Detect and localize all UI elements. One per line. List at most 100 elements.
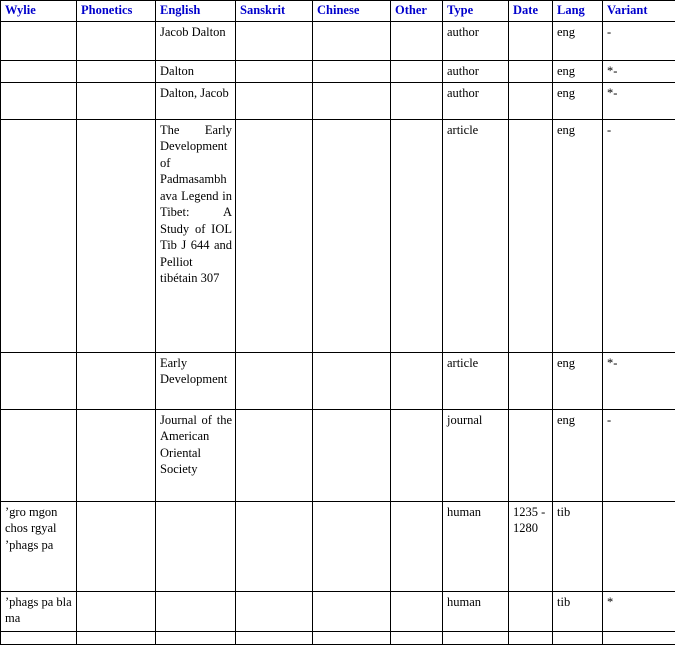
terminology-table: Wylie Phonetics English Sanskrit Chinese… <box>0 0 675 645</box>
cell-wylie <box>1 22 77 61</box>
cell-lang: eng <box>553 82 603 119</box>
cell-sanskrit <box>236 409 313 501</box>
cell-variant: * <box>603 591 675 631</box>
table-row: Dalton, Jacob author eng *- <box>1 82 675 119</box>
cell-english <box>156 591 236 631</box>
cell-variant: *- <box>603 352 675 409</box>
cell-sanskrit <box>236 61 313 83</box>
cell-chinese <box>313 82 391 119</box>
column-header-variant[interactable]: Variant <box>603 1 675 22</box>
cell-phonetics <box>77 409 156 501</box>
cell-chinese <box>313 631 391 644</box>
cell-variant <box>603 501 675 591</box>
cell-chinese <box>313 22 391 61</box>
table-row: ʼphags pa bla ma human tib * <box>1 591 675 631</box>
table-row: Journal of the American Oriental Society… <box>1 409 675 501</box>
cell-date <box>509 22 553 61</box>
table-row: Jacob Dalton author eng - <box>1 22 675 61</box>
cell-phonetics <box>77 119 156 352</box>
cell-other <box>391 631 443 644</box>
cell-english <box>156 501 236 591</box>
cell-other <box>391 61 443 83</box>
cell-lang: eng <box>553 61 603 83</box>
cell-other <box>391 119 443 352</box>
cell-phonetics <box>77 61 156 83</box>
cell-sanskrit <box>236 352 313 409</box>
cell-phonetics <box>77 591 156 631</box>
cell-sanskrit <box>236 501 313 591</box>
cell-wylie <box>1 352 77 409</box>
cell-type: author <box>443 82 509 119</box>
cell-lang <box>553 631 603 644</box>
cell-type: article <box>443 352 509 409</box>
cell-chinese <box>313 352 391 409</box>
cell-english: Journal of the American Oriental Society <box>156 409 236 501</box>
cell-other <box>391 352 443 409</box>
table-header-row: Wylie Phonetics English Sanskrit Chinese… <box>1 1 675 22</box>
cell-lang: eng <box>553 22 603 61</box>
cell-sanskrit <box>236 22 313 61</box>
column-header-sanskrit[interactable]: Sanskrit <box>236 1 313 22</box>
cell-date <box>509 591 553 631</box>
cell-phonetics <box>77 631 156 644</box>
table-row: ʼgro mgon chos rgyal ʼphags pa human 123… <box>1 501 675 591</box>
cell-lang: eng <box>553 409 603 501</box>
cell-sanskrit <box>236 591 313 631</box>
cell-variant: *- <box>603 82 675 119</box>
column-header-english[interactable]: English <box>156 1 236 22</box>
cell-english: Early Development <box>156 352 236 409</box>
cell-sanskrit <box>236 82 313 119</box>
cell-english <box>156 631 236 644</box>
cell-wylie <box>1 631 77 644</box>
cell-variant <box>603 631 675 644</box>
cell-phonetics <box>77 501 156 591</box>
cell-lang: eng <box>553 119 603 352</box>
table-row: The Early Development of Padmasambhava L… <box>1 119 675 352</box>
table-row <box>1 631 675 644</box>
cell-date <box>509 409 553 501</box>
cell-other <box>391 22 443 61</box>
cell-lang: eng <box>553 352 603 409</box>
cell-wylie <box>1 61 77 83</box>
column-header-wylie[interactable]: Wylie <box>1 1 77 22</box>
cell-other <box>391 591 443 631</box>
cell-phonetics <box>77 82 156 119</box>
cell-type: article <box>443 119 509 352</box>
cell-date <box>509 352 553 409</box>
cell-wylie <box>1 119 77 352</box>
column-header-lang[interactable]: Lang <box>553 1 603 22</box>
cell-chinese <box>313 61 391 83</box>
cell-variant: - <box>603 119 675 352</box>
cell-type: human <box>443 501 509 591</box>
cell-variant: - <box>603 22 675 61</box>
column-header-type[interactable]: Type <box>443 1 509 22</box>
table-row: Early Development article eng *- <box>1 352 675 409</box>
cell-chinese <box>313 119 391 352</box>
cell-english: Dalton <box>156 61 236 83</box>
column-header-other[interactable]: Other <box>391 1 443 22</box>
cell-chinese <box>313 501 391 591</box>
cell-type <box>443 631 509 644</box>
cell-wylie: ʼphags pa bla ma <box>1 591 77 631</box>
cell-date: 1235 - 1280 <box>509 501 553 591</box>
cell-english: The Early Development of Padmasambhava L… <box>156 119 236 352</box>
column-header-date[interactable]: Date <box>509 1 553 22</box>
cell-type: author <box>443 22 509 61</box>
column-header-chinese[interactable]: Chinese <box>313 1 391 22</box>
cell-sanskrit <box>236 119 313 352</box>
cell-wylie <box>1 82 77 119</box>
column-header-phonetics[interactable]: Phonetics <box>77 1 156 22</box>
cell-wylie <box>1 409 77 501</box>
cell-date <box>509 119 553 352</box>
cell-other <box>391 409 443 501</box>
cell-variant: - <box>603 409 675 501</box>
cell-english: Jacob Dalton <box>156 22 236 61</box>
cell-type: human <box>443 591 509 631</box>
cell-other <box>391 82 443 119</box>
cell-other <box>391 501 443 591</box>
cell-sanskrit <box>236 631 313 644</box>
cell-english: Dalton, Jacob <box>156 82 236 119</box>
cell-lang: tib <box>553 501 603 591</box>
cell-type: journal <box>443 409 509 501</box>
cell-wylie: ʼgro mgon chos rgyal ʼphags pa <box>1 501 77 591</box>
